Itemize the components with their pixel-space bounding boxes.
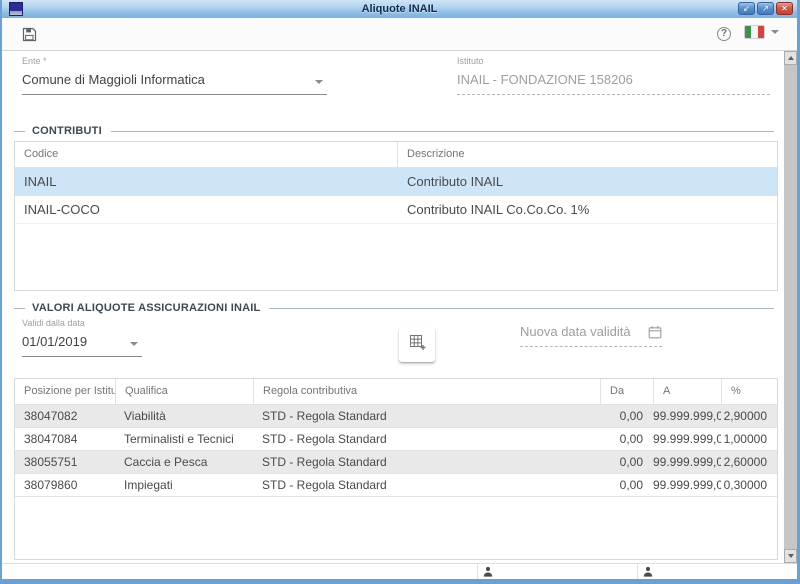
valid-from-select[interactable]: Validi dalla data 01/01/2019 xyxy=(22,318,142,357)
question-icon: ? xyxy=(721,28,727,39)
cell-da: 0,00 xyxy=(600,474,653,496)
cell-qualifica: Caccia e Pesca xyxy=(115,451,253,473)
scroll-up-button[interactable] xyxy=(784,51,797,65)
contributi-row-inail[interactable]: INAIL Contributo INAIL xyxy=(15,168,777,196)
istituto-field: Istituto INAIL - FONDAZIONE 158206 xyxy=(457,56,770,95)
column-header-descrizione[interactable]: Descrizione xyxy=(398,142,777,167)
language-selector[interactable] xyxy=(744,25,779,39)
cell-a: 99.999.999,00 xyxy=(653,405,721,427)
contributi-section-header: CONTRIBUTI xyxy=(14,125,774,137)
rates-row[interactable]: 38047082 Viabilità STD - Regola Standard… xyxy=(15,405,777,428)
column-header-percent[interactable]: % xyxy=(721,379,777,404)
cell-da: 0,00 xyxy=(600,451,653,473)
app-window: Aliquote INAIL ↙ ↗ ✕ ? xyxy=(0,0,800,584)
cell-a: 99.999.999,00 xyxy=(653,474,721,496)
person-icon xyxy=(483,566,493,577)
scroll-down-button[interactable] xyxy=(784,549,797,563)
cell-codice: INAIL xyxy=(15,168,398,195)
italian-flag-icon xyxy=(744,25,765,39)
cell-percent: 2,90000 xyxy=(721,405,777,427)
ente-select[interactable]: Ente * Comune di Maggioli Informatica xyxy=(22,56,327,95)
cell-descrizione: Contributo INAIL Co.Co.Co. 1% xyxy=(398,196,777,223)
toolbar: ? xyxy=(2,18,797,51)
status-bar xyxy=(2,563,797,579)
calendar-icon[interactable] xyxy=(648,325,662,344)
contributi-section-title: CONTRIBUTI xyxy=(32,125,102,137)
cell-a: 99.999.999,00 xyxy=(653,428,721,450)
istituto-value: INAIL - FONDAZIONE 158206 xyxy=(457,70,770,90)
column-header-a[interactable]: A xyxy=(653,379,721,404)
column-header-posizione[interactable]: Posizione per Istituto xyxy=(15,379,115,404)
chevron-down-icon xyxy=(771,30,779,34)
cell-percent: 2,60000 xyxy=(721,451,777,473)
table-plus-icon xyxy=(409,334,426,356)
valid-from-label: Validi dalla data xyxy=(22,318,142,328)
valori-section-header: VALORI ALIQUOTE ASSICURAZIONI INAIL xyxy=(14,302,774,314)
column-header-da[interactable]: Da xyxy=(600,379,653,404)
rates-row[interactable]: 38047084 Terminalisti e Tecnici STD - Re… xyxy=(15,428,777,451)
cell-da: 0,00 xyxy=(600,405,653,427)
cell-posizione: 38047084 xyxy=(15,428,115,450)
column-header-codice[interactable]: Codice xyxy=(15,142,398,167)
window-title: Aliquote INAIL xyxy=(2,3,797,15)
add-rates-grid-button[interactable] xyxy=(399,327,435,362)
person-icon xyxy=(643,566,653,577)
cell-posizione: 38079860 xyxy=(15,474,115,496)
cell-qualifica: Terminalisti e Tecnici xyxy=(115,428,253,450)
valid-from-value: 01/01/2019 xyxy=(22,332,142,352)
ente-label: Ente * xyxy=(22,56,327,66)
column-header-regola[interactable]: Regola contributiva xyxy=(253,379,600,404)
cell-descrizione: Contributo INAIL xyxy=(398,168,777,195)
cell-a: 99.999.999,00 xyxy=(653,451,721,473)
contributi-row-inail-coco[interactable]: INAIL-COCO Contributo INAIL Co.Co.Co. 1% xyxy=(15,196,777,224)
ente-value: Comune di Maggioli Informatica xyxy=(22,70,327,90)
arrow-down-icon xyxy=(788,554,794,558)
status-cell xyxy=(2,564,477,579)
cell-regola: STD - Regola Standard xyxy=(253,451,600,473)
cell-qualifica: Impiegati xyxy=(115,474,253,496)
content-area: Ente * Comune di Maggioli Informatica Is… xyxy=(2,51,784,563)
cell-posizione: 38047082 xyxy=(15,405,115,427)
cell-da: 0,00 xyxy=(600,428,653,450)
cell-percent: 1,00000 xyxy=(721,428,777,450)
cell-percent: 0,30000 xyxy=(721,474,777,496)
istituto-label: Istituto xyxy=(457,56,770,66)
valori-section-title: VALORI ALIQUOTE ASSICURAZIONI INAIL xyxy=(32,302,260,314)
rates-table-header: Posizione per Istituto Qualifica Regola … xyxy=(15,379,777,405)
chevron-down-icon xyxy=(130,342,138,346)
new-validity-date-placeholder: Nuova data validità xyxy=(520,322,662,342)
contributi-table: Codice Descrizione INAIL Contributo INAI… xyxy=(14,141,778,291)
floppy-disk-icon xyxy=(22,29,37,46)
cell-regola: STD - Regola Standard xyxy=(253,405,600,427)
contributi-table-header: Codice Descrizione xyxy=(15,142,777,168)
title-bar: Aliquote INAIL ↙ ↗ ✕ xyxy=(2,0,797,18)
close-button[interactable]: ✕ xyxy=(776,2,793,15)
vertical-scrollbar[interactable] xyxy=(784,51,797,563)
maximize-button[interactable]: ↗ xyxy=(757,2,774,15)
app-logo-icon xyxy=(9,2,23,16)
chevron-down-icon xyxy=(315,80,323,84)
rates-table: Posizione per Istituto Qualifica Regola … xyxy=(14,378,778,560)
arrow-up-icon xyxy=(788,56,794,60)
cell-regola: STD - Regola Standard xyxy=(253,428,600,450)
cell-codice: INAIL-COCO xyxy=(15,196,398,223)
created-by-field xyxy=(477,564,637,579)
minimize-button[interactable]: ↙ xyxy=(738,2,755,15)
cell-regola: STD - Regola Standard xyxy=(253,474,600,496)
rates-row[interactable]: 38079860 Impiegati STD - Regola Standard… xyxy=(15,474,777,497)
cell-posizione: 38055751 xyxy=(15,451,115,473)
window-controls: ↙ ↗ ✕ xyxy=(738,2,793,15)
new-validity-date-input[interactable]: Nuova data validità xyxy=(520,322,662,347)
modified-by-field xyxy=(637,564,797,579)
help-button[interactable]: ? xyxy=(717,27,731,41)
cell-qualifica: Viabilità xyxy=(115,405,253,427)
rates-row[interactable]: 38055751 Caccia e Pesca STD - Regola Sta… xyxy=(15,451,777,474)
save-button[interactable] xyxy=(22,27,38,43)
column-header-qualifica[interactable]: Qualifica xyxy=(115,379,253,404)
